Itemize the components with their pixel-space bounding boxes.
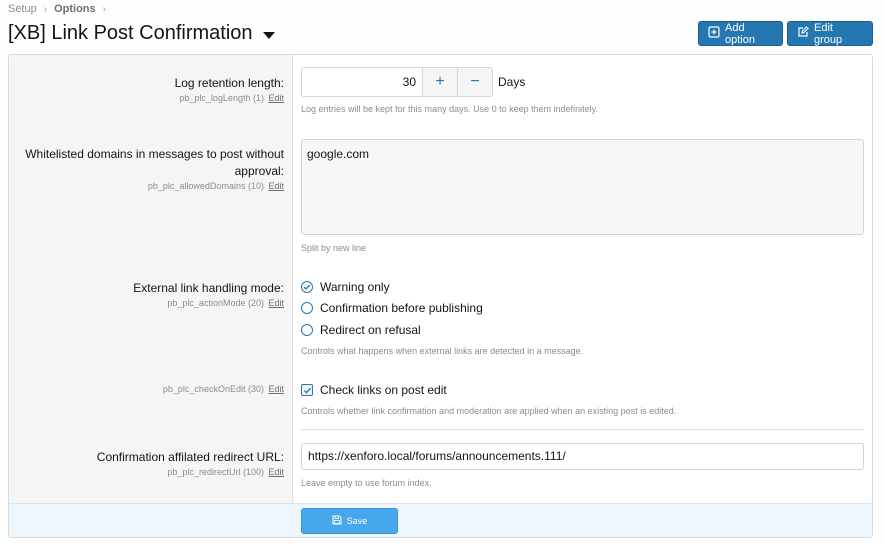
redirect-url-input[interactable]: https://xenforo.local/forums/announcemen…: [301, 443, 864, 470]
checkbox-label: Check links on post edit: [320, 383, 447, 397]
action-mode-label: External link handling mode:: [133, 281, 284, 295]
redirect-url-label: Confirmation affilated redirect URL:: [96, 450, 284, 464]
edit-link[interactable]: Edit: [268, 384, 284, 394]
radio-warning-only[interactable]: Warning only: [301, 280, 390, 294]
breadcrumb-options[interactable]: Options: [54, 3, 96, 15]
log-length-stepper: 30 + −: [301, 67, 493, 97]
units-label: Days: [498, 75, 526, 89]
option-id: pb_plc_allowedDomains (10): [147, 181, 264, 191]
radio-empty-icon: [301, 324, 313, 336]
page-title: [XB] Link Post Confirmation: [8, 22, 275, 45]
log-length-label: Log retention length:: [174, 76, 284, 90]
option-id: pb_plc_actionMode (20): [167, 298, 264, 308]
log-length-hint: Log entries will be kept for this many d…: [301, 104, 598, 114]
log-length-input[interactable]: 30: [302, 68, 422, 96]
radio-label: Warning only: [320, 280, 390, 294]
chevron-right-icon: ›: [102, 3, 106, 15]
allowed-domains-meta: pb_plc_allowedDomains (10) Edit: [14, 181, 284, 191]
decrement-button[interactable]: −: [457, 68, 492, 96]
option-id: pb_plc_logLength (1): [179, 93, 264, 103]
option-id: pb_plc_redirectUrl (100): [167, 467, 264, 477]
radio-label: Confirmation before publishing: [320, 301, 483, 315]
radio-label: Redirect on refusal: [320, 323, 421, 337]
allowed-domains-label: Whitelisted domains in messages to post …: [25, 147, 284, 178]
edit-link[interactable]: Edit: [268, 181, 284, 191]
form-footer: Save: [9, 503, 872, 537]
save-icon: [332, 515, 342, 527]
redirect-url-meta: pb_plc_redirectUrl (100) Edit: [14, 467, 284, 477]
radio-confirmation[interactable]: Confirmation before publishing: [301, 301, 483, 315]
increment-button[interactable]: +: [422, 68, 457, 96]
check-on-edit-hint: Controls whether link confirmation and m…: [301, 406, 677, 416]
radio-redirect[interactable]: Redirect on refusal: [301, 323, 421, 337]
radio-empty-icon: [301, 302, 313, 314]
allowed-domains-textarea[interactable]: google.com: [301, 139, 864, 235]
label-column: [9, 55, 293, 503]
add-option-label: Add option: [725, 21, 755, 46]
save-label: Save: [346, 516, 368, 526]
edit-group-button[interactable]: Edit group: [787, 21, 873, 46]
chevron-right-icon: ›: [43, 3, 48, 15]
checkbox-checked-icon: [301, 384, 313, 396]
edit-link[interactable]: Edit: [268, 298, 284, 308]
check-on-edit-meta: pb_plc_checkOnEdit (30) Edit: [14, 384, 284, 394]
divider: [301, 429, 864, 430]
option-id: pb_plc_checkOnEdit (30): [162, 384, 264, 394]
caret-down-icon[interactable]: [262, 31, 275, 39]
edit-link[interactable]: Edit: [268, 467, 284, 477]
save-button[interactable]: Save: [301, 508, 398, 534]
breadcrumb: Setup › Options ›: [8, 3, 106, 15]
radio-checked-icon: [301, 281, 313, 293]
add-option-button[interactable]: Add option: [698, 21, 783, 46]
redirect-url-hint: Leave empty to use forum index.: [301, 478, 432, 488]
edit-link[interactable]: Edit: [268, 93, 284, 103]
check-on-edit-checkbox[interactable]: Check links on post edit: [301, 383, 447, 397]
edit-group-label: Edit group: [814, 21, 843, 46]
log-length-meta: pb_plc_logLength (1) Edit: [14, 93, 284, 103]
plus-square-icon: [708, 26, 720, 41]
breadcrumb-setup[interactable]: Setup: [8, 3, 37, 15]
allowed-domains-hint: Split by new line: [301, 243, 367, 253]
edit-icon: [797, 26, 809, 41]
action-mode-hint: Controls what happens when external link…: [301, 346, 584, 356]
action-mode-meta: pb_plc_actionMode (20) Edit: [14, 298, 284, 308]
options-form: Log retention length: pb_plc_logLength (…: [8, 54, 873, 538]
page-title-text: [XB] Link Post Confirmation: [8, 22, 253, 44]
